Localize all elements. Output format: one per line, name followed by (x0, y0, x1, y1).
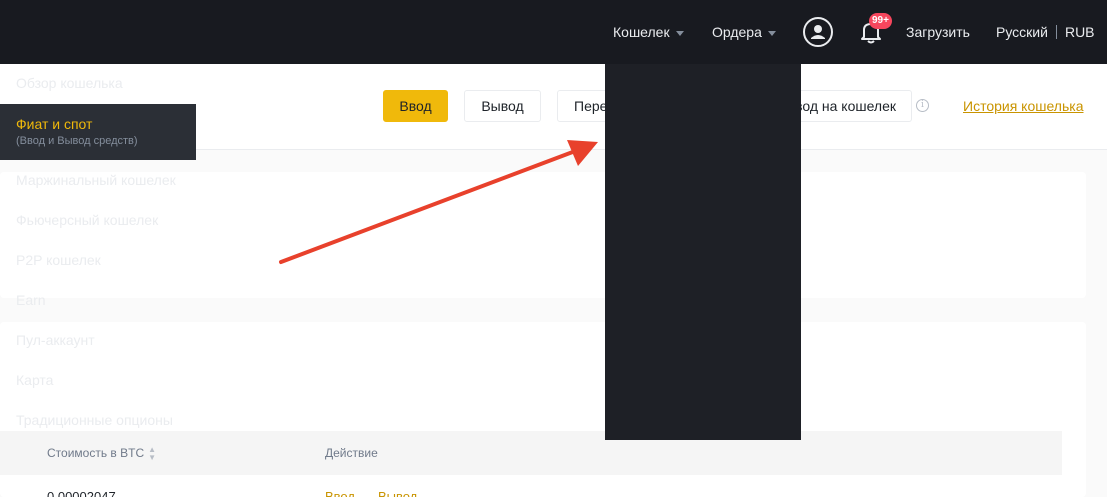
user-profile-icon[interactable] (803, 17, 833, 47)
column-header-label: Стоимость в BTC (47, 446, 145, 461)
menu-item-fiat-and-spot[interactable]: Фиат и спот (Ввод и Вывод средств) (0, 104, 196, 160)
menu-item-margin-wallet[interactable]: Маржинальный кошелек (0, 172, 196, 188)
nav-wallet-menu[interactable]: Кошелек (613, 0, 684, 64)
language-currency-selector[interactable]: Русский RUB (996, 0, 1095, 64)
wallet-dropdown-menu (605, 64, 801, 440)
menu-item-sublabel: (Ввод и Вывод средств) (16, 135, 138, 147)
menu-item-p2p-wallet[interactable]: P2P кошелек (0, 252, 196, 268)
menu-item-traditional-options[interactable]: Традиционные опционы (0, 412, 196, 428)
divider (1055, 25, 1057, 39)
menu-item-card[interactable]: Карта (0, 372, 196, 388)
row-withdraw-link[interactable]: Вывод (378, 489, 417, 497)
row-deposit-link[interactable]: Ввод (325, 489, 355, 497)
deposit-button[interactable]: Ввод (383, 90, 448, 122)
language-label: Русский (996, 24, 1048, 40)
currency-label: RUB (1064, 24, 1095, 40)
nav-orders-label: Ордера (712, 24, 762, 40)
balance-card (0, 172, 1086, 298)
menu-item-futures-wallet[interactable]: Фьючерсный кошелек (0, 212, 196, 228)
column-header-action: Действие (325, 446, 378, 460)
withdraw-button[interactable]: Вывод (464, 90, 541, 122)
sort-icon: ▲ ▼ (148, 445, 157, 462)
menu-item-wallet-overview[interactable]: Обзор кошелька (0, 75, 196, 91)
menu-item-pool-account[interactable]: Пул-аккаунт (0, 332, 196, 348)
menu-item-label: Фиат и спот (16, 116, 93, 132)
info-icon[interactable]: i (916, 99, 929, 112)
wallet-history-link[interactable]: История кошелька (963, 98, 1083, 114)
menu-item-earn[interactable]: Earn (0, 292, 196, 308)
nav-orders-menu[interactable]: Ордера (712, 0, 776, 64)
chevron-down-icon (675, 30, 684, 36)
nav-download-link[interactable]: Загрузить (906, 0, 970, 64)
chevron-down-icon (767, 30, 776, 36)
table-header (0, 431, 1062, 475)
column-header-btc-value[interactable]: Стоимость в BTC ▲ ▼ (47, 446, 156, 462)
table-row-btc-value: 0.00002047 (47, 489, 116, 497)
transfer-to-wallet-button[interactable]: вод на кошелек (786, 90, 912, 122)
nav-wallet-label: Кошелек (613, 24, 670, 40)
notification-count-badge: 99+ (869, 13, 892, 29)
